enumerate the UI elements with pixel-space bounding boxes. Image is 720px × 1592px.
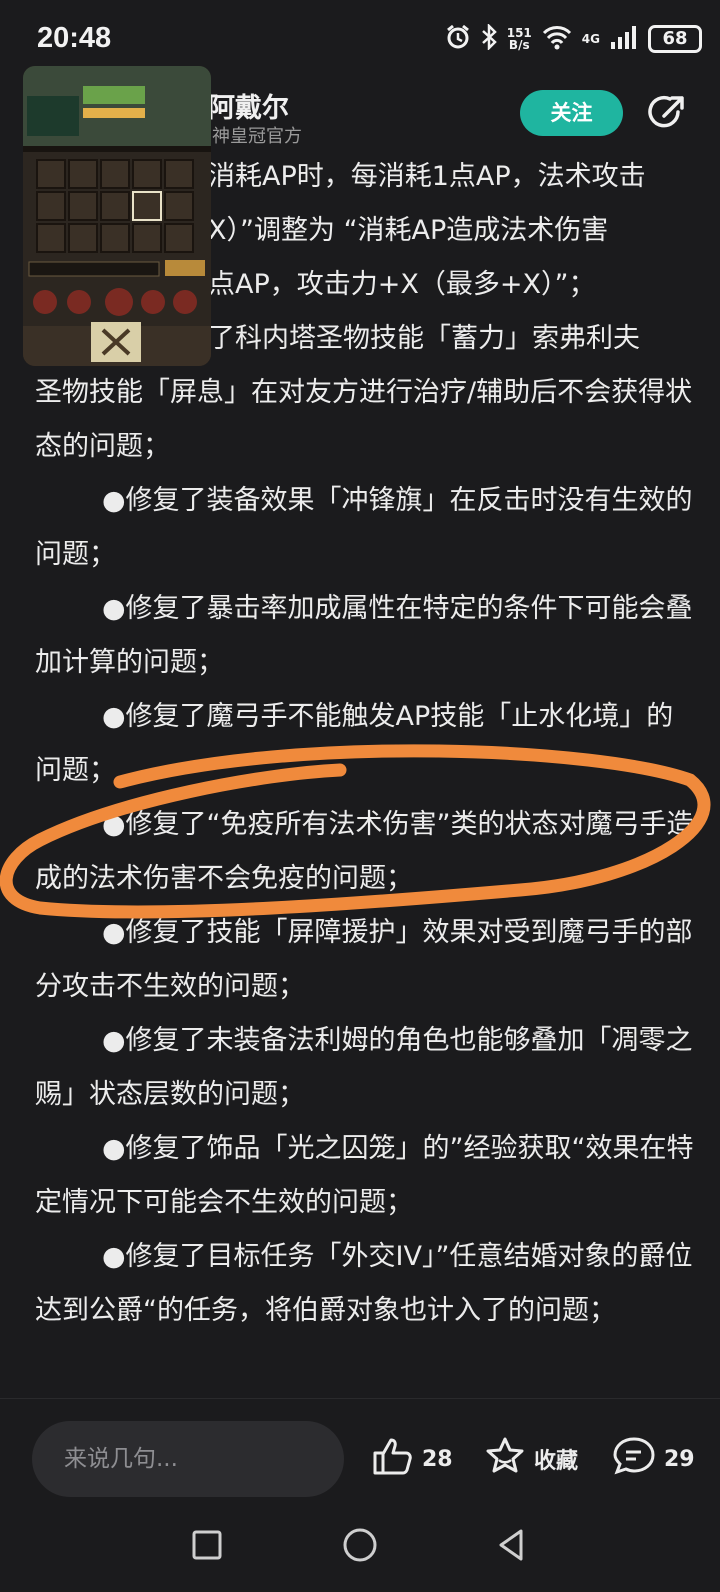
- like-button[interactable]: 28: [372, 1437, 453, 1481]
- home-circle-icon[interactable]: [337, 1522, 383, 1568]
- article-paragraph: ●修复了暴击率加成属性在特定的条件下可能会叠加计算的问题；: [35, 593, 693, 678]
- star-icon: [484, 1436, 526, 1482]
- follow-button[interactable]: 关注: [520, 90, 623, 136]
- favorite-button[interactable]: 收藏: [484, 1437, 578, 1481]
- recents-square-icon[interactable]: [184, 1522, 230, 1568]
- share-icon[interactable]: [644, 92, 688, 136]
- article-paragraph: ●修复了装备效果「冲锋旗」在反击时没有生效的问题；: [35, 485, 693, 570]
- author-name[interactable]: 阿戴尔: [208, 86, 289, 125]
- comment-input[interactable]: 来说几句...: [32, 1421, 344, 1497]
- network-type: 4G: [581, 32, 600, 46]
- net-speed: 151 B/s: [506, 26, 532, 52]
- bluetooth-icon: [481, 22, 497, 54]
- alarm-icon: [445, 24, 471, 54]
- article-paragraph: ●修复了“免疫所有法术伤害”类的状态对魔弓手造成的法术伤害不会免疫的问题；: [35, 809, 694, 894]
- author-subtitle: 神皇冠官方: [212, 126, 302, 147]
- system-nav-bar: [0, 1502, 720, 1592]
- article-paragraph: ●修复了技能「屏障援护」效果对受到魔弓手的部分攻击不生效的问题；: [35, 917, 693, 1002]
- back-triangle-icon[interactable]: [489, 1522, 535, 1568]
- article-paragraph: ●修复了未装备法利姆的角色也能够叠加「凋零之赐」状态层数的问题；: [35, 1025, 693, 1110]
- favorite-label: 收藏: [534, 1449, 579, 1474]
- status-icons: 151 B/s 4G 68: [445, 22, 702, 56]
- comment-icon: [612, 1436, 656, 1482]
- comment-button[interactable]: 29: [612, 1437, 695, 1481]
- wifi-icon: [542, 24, 572, 54]
- signal-icon: [610, 24, 638, 54]
- thumbs-up-icon: [372, 1436, 414, 1482]
- article-paragraph: ●修复了目标任务「外交IV」”任意结婚对象的爵位达到公爵“的任务，将伯爵对象也计…: [35, 1241, 693, 1326]
- status-time: 20:48: [37, 22, 112, 54]
- comment-count: 29: [664, 1446, 695, 1472]
- floating-video-player[interactable]: [23, 66, 211, 366]
- article-paragraph: 圣物技能「屏息」在对友方进行治疗/辅助后不会获得状态的问题；: [35, 377, 693, 462]
- battery-indicator: 68: [648, 25, 702, 53]
- article-paragraph: ●修复了魔弓手不能触发AP技能「止水化境」的问题；: [35, 701, 674, 786]
- bottom-action-bar: 来说几句... 28 收藏 29: [0, 1398, 720, 1503]
- like-count: 28: [422, 1446, 453, 1472]
- article-paragraph: ●修复了饰品「光之囚笼」的”经验获取“效果在特定情况下可能会不生效的问题；: [35, 1133, 694, 1218]
